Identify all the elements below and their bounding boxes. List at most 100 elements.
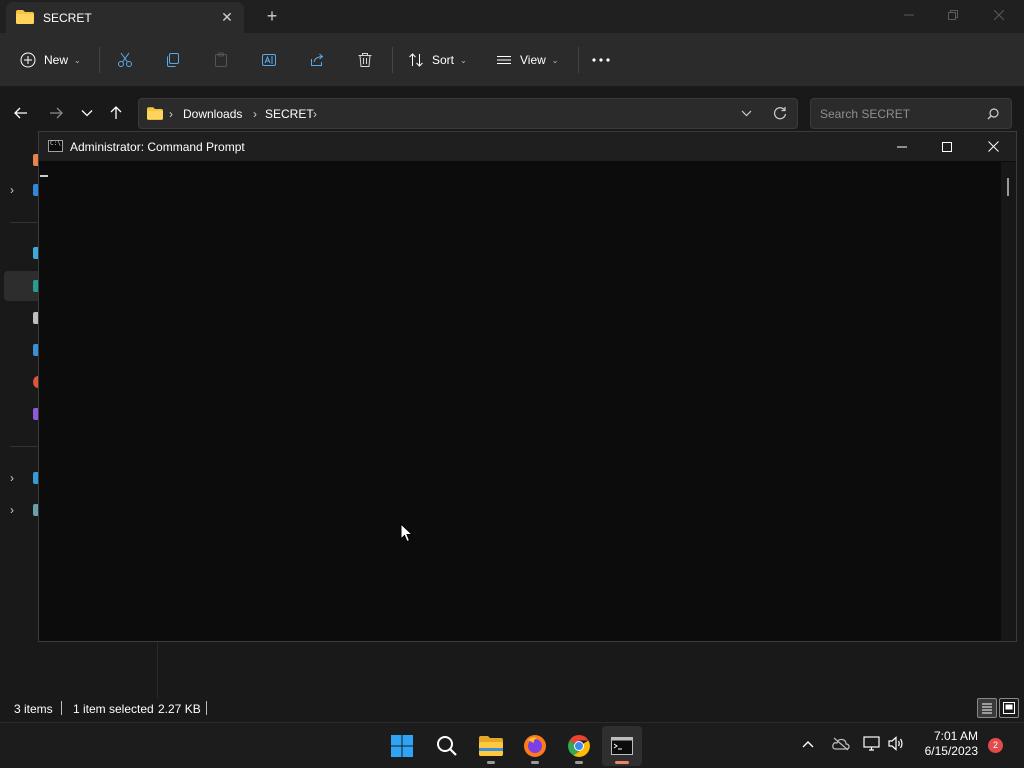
chevron-down-icon: ⌄ — [551, 55, 559, 65]
search-input[interactable]: Search SECRET — [810, 98, 1012, 129]
status-bar: 3 items 1 item selected 2.27 KB — [0, 698, 1024, 722]
up-button[interactable] — [103, 100, 129, 126]
taskbar-chrome[interactable] — [559, 726, 599, 766]
sidebar-item-videos[interactable] — [0, 400, 43, 428]
sidebar-item-desktop[interactable] — [0, 239, 43, 267]
command-prompt-window[interactable]: C:\ Administrator: Command Prompt — [38, 131, 1017, 642]
taskbar: 7:01 AM 6/15/2023 2 — [0, 722, 1024, 768]
restore-button[interactable] — [930, 0, 976, 30]
sidebar-item-home[interactable] — [0, 146, 43, 174]
taskbar-command-prompt[interactable] — [602, 726, 642, 766]
close-window-button[interactable] — [976, 0, 1022, 30]
tab-title: SECRET — [43, 11, 92, 25]
delete-button[interactable] — [357, 45, 373, 75]
arrow-right-icon — [50, 107, 63, 119]
close-tab-icon[interactable]: ✕ — [218, 8, 236, 26]
sidebar-divider — [10, 222, 40, 223]
cmd-close-button[interactable] — [970, 132, 1016, 161]
clock[interactable]: 7:01 AM 6/15/2023 — [910, 729, 978, 759]
cut-button[interactable] — [117, 45, 133, 75]
recent-locations-button[interactable] — [74, 100, 100, 126]
see-more-button[interactable] — [592, 45, 610, 75]
breadcrumb-downloads[interactable]: Downloads — [183, 107, 242, 121]
terminal-icon — [611, 737, 633, 755]
tiles-view-icon — [1003, 702, 1015, 714]
forward-button[interactable] — [43, 100, 69, 126]
search-placeholder: Search SECRET — [820, 107, 911, 121]
sidebar-item-music[interactable] — [0, 368, 43, 396]
arrow-up-icon — [110, 106, 122, 119]
scrollbar-thumb[interactable] — [1007, 178, 1009, 196]
share-button[interactable] — [309, 45, 325, 75]
breadcrumb-chevron-icon: › — [313, 107, 317, 121]
taskbar-file-explorer[interactable] — [471, 726, 511, 766]
view-button[interactable]: View ⌄ — [496, 45, 559, 75]
chrome-icon — [568, 735, 590, 757]
toolbar-divider — [578, 47, 579, 73]
cmd-title: Administrator: Command Prompt — [70, 140, 245, 154]
volume-tray-icon[interactable] — [888, 736, 904, 754]
minimize-icon — [897, 146, 907, 147]
sidebar-item-network[interactable]: › — [0, 496, 43, 524]
sidebar-divider — [10, 446, 40, 447]
paste-icon — [215, 52, 227, 67]
sort-button[interactable]: Sort ⌄ — [408, 45, 467, 75]
file-explorer-icon — [479, 736, 503, 756]
details-view-button[interactable] — [977, 698, 997, 718]
plus-circle-icon — [20, 52, 36, 68]
network-icon — [863, 736, 880, 751]
chevron-down-icon — [81, 110, 93, 117]
onedrive-tray-icon[interactable] — [832, 737, 850, 754]
new-tab-plus-icon[interactable]: + — [262, 6, 282, 26]
sidebar-item-this-pc[interactable]: › — [0, 464, 43, 492]
refresh-icon[interactable] — [773, 106, 787, 120]
taskbar-firefox[interactable] — [515, 726, 555, 766]
breadcrumb-secret[interactable]: SECRET — [265, 107, 314, 121]
rename-button[interactable] — [261, 45, 277, 75]
cmd-maximize-button[interactable] — [924, 132, 970, 161]
search-button[interactable] — [427, 726, 467, 766]
mouse-pointer-icon — [400, 523, 414, 543]
copy-button[interactable] — [165, 45, 181, 75]
notification-badge[interactable]: 2 — [988, 738, 1003, 753]
sidebar-item-documents[interactable] — [0, 304, 43, 332]
network-tray-icon[interactable] — [863, 736, 881, 754]
scissors-icon — [118, 52, 132, 67]
explorer-tab[interactable]: SECRET ✕ — [6, 2, 244, 33]
sidebar-item-onedrive[interactable]: › — [0, 176, 43, 204]
firefox-icon — [524, 735, 546, 757]
address-history-chevron-icon[interactable] — [741, 110, 752, 117]
minimize-button[interactable] — [886, 0, 932, 30]
new-button[interactable]: New ⌄ — [20, 45, 81, 75]
chevron-right-icon: › — [10, 503, 14, 517]
sidebar-item-downloads[interactable] — [0, 272, 43, 300]
sort-label: Sort — [432, 53, 455, 67]
toolbar-divider — [392, 47, 393, 73]
text-cursor — [40, 175, 48, 177]
clock-time: 7:01 AM — [933, 729, 978, 743]
search-icon — [987, 108, 999, 120]
running-indicator — [531, 761, 539, 764]
sidebar-item-pictures[interactable] — [0, 336, 43, 364]
address-bar[interactable]: › Downloads › SECRET › — [138, 98, 798, 129]
chevron-right-icon: › — [10, 183, 14, 197]
paste-button[interactable] — [213, 45, 229, 75]
sort-icon — [409, 53, 423, 67]
start-button[interactable] — [382, 726, 422, 766]
status-divider — [206, 701, 207, 715]
close-icon — [987, 141, 999, 152]
cmd-minimize-button[interactable] — [879, 132, 925, 161]
show-hidden-icons-button[interactable] — [802, 737, 814, 751]
view-list-icon — [497, 56, 511, 64]
back-button[interactable] — [8, 100, 34, 126]
item-count: 3 items — [14, 702, 53, 716]
breadcrumb-chevron-icon: › — [253, 107, 257, 121]
running-indicator — [575, 761, 583, 764]
chevron-down-icon: ⌄ — [74, 55, 81, 65]
more-dots-icon — [592, 58, 610, 62]
tiles-view-button[interactable] — [999, 698, 1019, 718]
clock-date: 6/15/2023 — [924, 744, 978, 758]
chevron-down-icon: ⌄ — [460, 55, 467, 65]
cmd-titlebar[interactable]: C:\ Administrator: Command Prompt — [39, 132, 1016, 161]
cmd-scrollbar[interactable] — [1001, 162, 1016, 641]
